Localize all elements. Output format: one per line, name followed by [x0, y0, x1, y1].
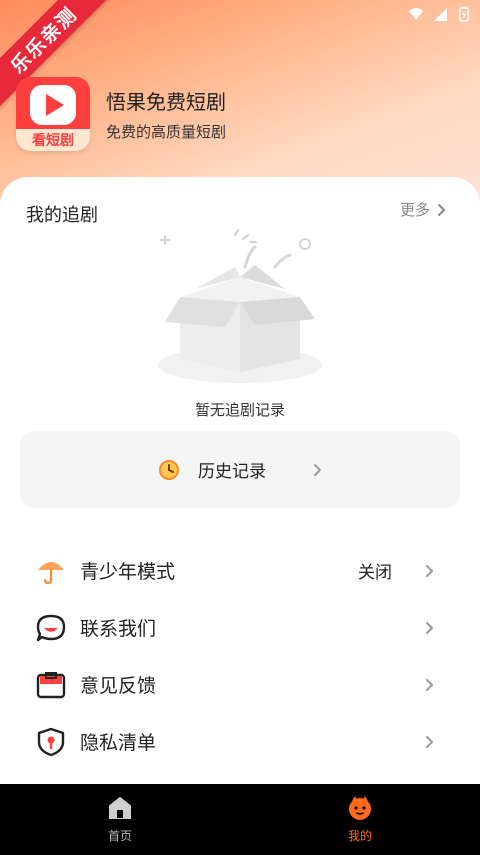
nav-tab-home[interactable]: 首页 — [0, 784, 240, 855]
chevron-right-icon — [426, 621, 433, 634]
battery-icon — [459, 6, 469, 22]
chevron-right-icon — [426, 564, 433, 577]
profile-card: 我的追剧 更多 暂无追剧记录 历史记录 青少年模式 关闭 联系我们 意见反馈 隐… — [0, 177, 480, 855]
app-name: 悟果免费短剧 — [106, 90, 226, 114]
history-button[interactable]: 历史记录 — [20, 431, 460, 508]
feedback-box-icon — [36, 671, 66, 698]
history-label: 历史记录 — [198, 462, 266, 482]
bottom-navigation: 首页 我的 — [0, 784, 480, 855]
home-icon — [109, 797, 131, 819]
teen-mode-status: 关闭 — [358, 563, 392, 583]
app-logo: 看短剧 — [16, 77, 90, 151]
settings-menu: 青少年模式 关闭 联系我们 意见反馈 隐私清单 — [0, 542, 480, 770]
cell-signal-icon — [434, 8, 447, 21]
nav-tab-mine[interactable]: 我的 — [240, 784, 480, 855]
empty-box-illustration — [158, 229, 322, 383]
chevron-right-icon — [426, 735, 433, 748]
nav-label: 首页 — [107, 829, 132, 843]
menu-label: 隐私清单 — [80, 732, 157, 754]
menu-label: 联系我们 — [80, 618, 157, 640]
wifi-icon — [409, 8, 423, 20]
status-bar — [408, 6, 472, 22]
menu-item-teen-mode[interactable]: 青少年模式 关闭 — [0, 542, 480, 599]
app-slogan: 免费的高质量短剧 — [106, 123, 227, 141]
menu-label: 青少年模式 — [80, 561, 176, 583]
more-label: 更多 — [399, 201, 430, 219]
privacy-shield-icon — [37, 727, 65, 756]
chevron-right-icon — [426, 678, 433, 691]
chevron-right-icon — [314, 463, 321, 476]
empty-state-text: 暂无追剧记录 — [194, 401, 285, 419]
clock-icon — [159, 459, 179, 480]
my-following-title: 我的追剧 — [26, 205, 98, 226]
chevron-right-icon — [438, 203, 445, 216]
play-icon — [46, 94, 64, 116]
menu-item-privacy-list[interactable]: 隐私清单 — [0, 713, 480, 770]
menu-item-contact-us[interactable]: 联系我们 — [0, 599, 480, 656]
mine-avatar-icon — [349, 796, 371, 820]
chat-bubble-icon — [36, 614, 66, 641]
menu-label: 意见反馈 — [80, 675, 157, 697]
nav-label: 我的 — [347, 829, 372, 843]
menu-item-feedback[interactable]: 意见反馈 — [0, 656, 480, 713]
app-logo-label: 看短剧 — [16, 129, 90, 151]
umbrella-icon — [38, 561, 64, 584]
more-link[interactable]: 更多 — [400, 199, 446, 220]
app-header: 看短剧 悟果免费短剧 免费的高质量短剧 — [16, 77, 226, 151]
